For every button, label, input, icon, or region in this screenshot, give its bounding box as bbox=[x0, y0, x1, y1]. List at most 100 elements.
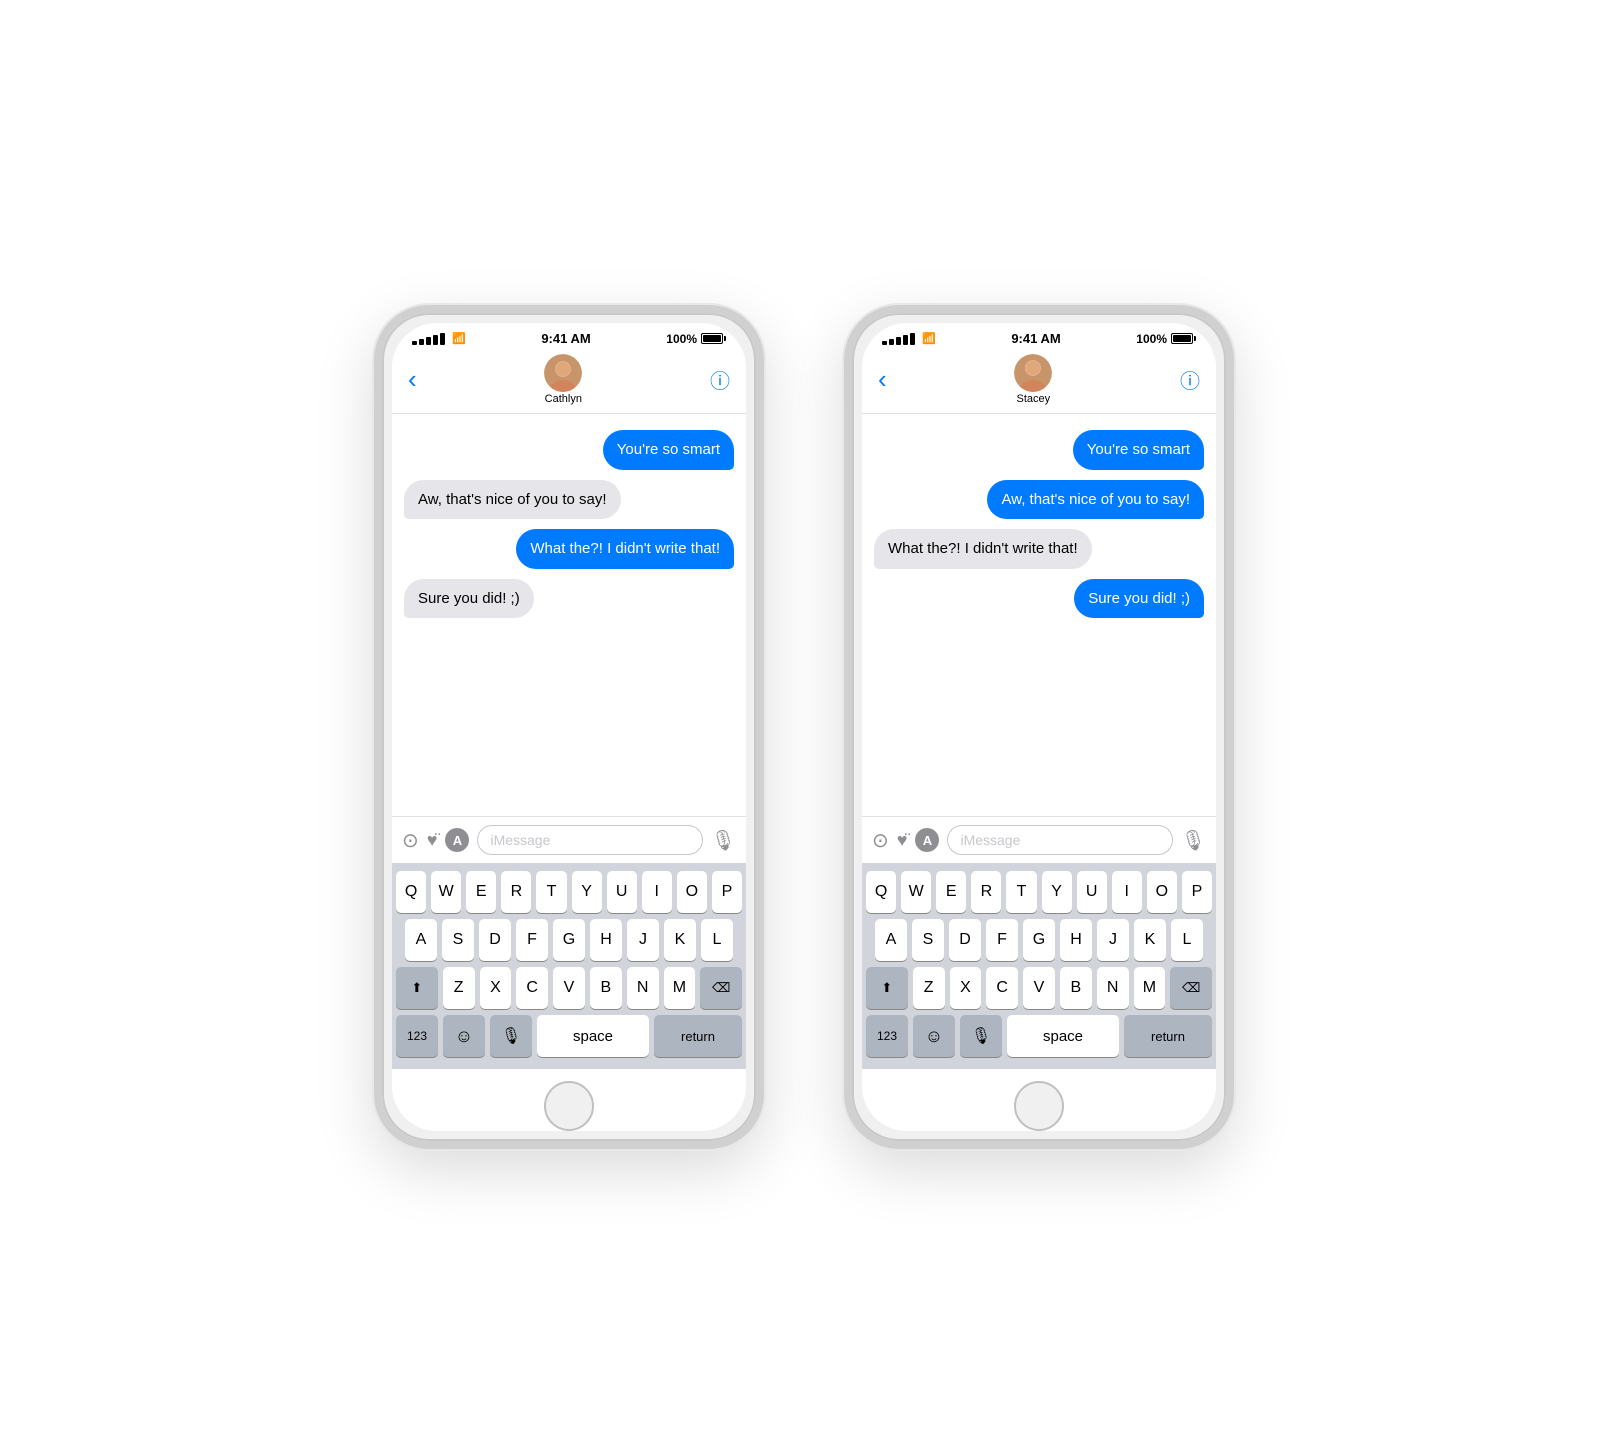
key-b-2[interactable]: B bbox=[1060, 967, 1092, 1009]
key-q-1[interactable]: Q bbox=[396, 871, 426, 913]
key-r-1[interactable]: R bbox=[501, 871, 531, 913]
key-n-2[interactable]: N bbox=[1097, 967, 1129, 1009]
heartbeat-icon-1[interactable]: ♥̈ bbox=[427, 830, 438, 851]
key-t-2[interactable]: T bbox=[1006, 871, 1036, 913]
key-d-1[interactable]: D bbox=[479, 919, 511, 961]
key-f-2[interactable]: F bbox=[986, 919, 1018, 961]
key-w-1[interactable]: W bbox=[431, 871, 461, 913]
home-button-2[interactable] bbox=[1014, 1081, 1064, 1131]
battery-percent-1: 100% bbox=[666, 332, 697, 346]
key-n-1[interactable]: N bbox=[627, 967, 659, 1009]
key-r-2[interactable]: R bbox=[971, 871, 1001, 913]
phones-container: 📶 9:41 AM 100% ‹ bbox=[374, 305, 1234, 1149]
back-button-2[interactable]: ‹ bbox=[878, 364, 887, 395]
key-s-2[interactable]: S bbox=[912, 919, 944, 961]
info-button-2[interactable]: ⓘ bbox=[1180, 365, 1200, 394]
key-d-2[interactable]: D bbox=[949, 919, 981, 961]
key-x-2[interactable]: X bbox=[950, 967, 982, 1009]
key-i-1[interactable]: I bbox=[642, 871, 672, 913]
key-123-1[interactable]: 123 bbox=[396, 1015, 438, 1057]
info-button-1[interactable]: ⓘ bbox=[710, 365, 730, 394]
mic-icon-2[interactable]: 🎙 bbox=[1181, 828, 1206, 853]
key-g-1[interactable]: G bbox=[553, 919, 585, 961]
iphone-2: 📶 9:41 AM 100% ‹ bbox=[844, 305, 1234, 1149]
key-delete-1[interactable]: ⌫ bbox=[700, 967, 742, 1009]
key-g-2[interactable]: G bbox=[1023, 919, 1055, 961]
key-c-2[interactable]: C bbox=[986, 967, 1018, 1009]
key-z-1[interactable]: Z bbox=[443, 967, 475, 1009]
key-c-1[interactable]: C bbox=[516, 967, 548, 1009]
key-row-2-1: A S D F G H J K L bbox=[396, 919, 742, 961]
signal-dot-1 bbox=[412, 341, 417, 345]
key-k-1[interactable]: K bbox=[664, 919, 696, 961]
key-l-1[interactable]: L bbox=[701, 919, 733, 961]
key-l-2[interactable]: L bbox=[1171, 919, 1203, 961]
key-a-1[interactable]: A bbox=[405, 919, 437, 961]
key-x-1[interactable]: X bbox=[480, 967, 512, 1009]
keyboard-2: Q W E R T Y U I O P A S D F G H bbox=[862, 863, 1216, 1069]
home-button-1[interactable] bbox=[544, 1081, 594, 1131]
key-t-1[interactable]: T bbox=[536, 871, 566, 913]
key-return-1[interactable]: return bbox=[654, 1015, 742, 1057]
key-o-2[interactable]: O bbox=[1147, 871, 1177, 913]
key-j-1[interactable]: J bbox=[627, 919, 659, 961]
key-k-2[interactable]: K bbox=[1134, 919, 1166, 961]
battery-fill-2 bbox=[1173, 335, 1191, 342]
key-h-1[interactable]: H bbox=[590, 919, 622, 961]
key-shift-1[interactable]: ⬆ bbox=[396, 967, 438, 1009]
key-f-1[interactable]: F bbox=[516, 919, 548, 961]
key-p-2[interactable]: P bbox=[1182, 871, 1212, 913]
key-delete-2[interactable]: ⌫ bbox=[1170, 967, 1212, 1009]
mic-icon-1[interactable]: 🎙 bbox=[711, 828, 736, 853]
key-row-1-1: Q W E R T Y U I O P bbox=[396, 871, 742, 913]
chat-area-1: You're so smart Aw, that's nice of you t… bbox=[392, 414, 746, 816]
key-y-1[interactable]: Y bbox=[572, 871, 602, 913]
key-p-1[interactable]: P bbox=[712, 871, 742, 913]
contact-name-1: Cathlyn bbox=[545, 393, 582, 405]
key-o-1[interactable]: O bbox=[677, 871, 707, 913]
appstore-icon-1[interactable]: A bbox=[445, 828, 469, 852]
key-m-2[interactable]: M bbox=[1134, 967, 1166, 1009]
key-m-1[interactable]: M bbox=[664, 967, 696, 1009]
appstore-icon-2[interactable]: A bbox=[915, 828, 939, 852]
key-s-1[interactable]: S bbox=[442, 919, 474, 961]
key-a-2[interactable]: A bbox=[875, 919, 907, 961]
key-123-2[interactable]: 123 bbox=[866, 1015, 908, 1057]
status-left-2: 📶 bbox=[882, 332, 936, 345]
message-1-1: You're so smart bbox=[603, 430, 734, 470]
iphone-1: 📶 9:41 AM 100% ‹ bbox=[374, 305, 764, 1149]
key-return-2[interactable]: return bbox=[1124, 1015, 1212, 1057]
key-space-2[interactable]: space bbox=[1007, 1015, 1119, 1057]
signal-dot-4 bbox=[433, 335, 438, 345]
key-shift-2[interactable]: ⬆ bbox=[866, 967, 908, 1009]
key-i-2[interactable]: I bbox=[1112, 871, 1142, 913]
message-1-2: Aw, that's nice of you to say! bbox=[404, 480, 621, 520]
key-e-1[interactable]: E bbox=[466, 871, 496, 913]
key-emoji-2[interactable]: ☺ bbox=[913, 1015, 955, 1057]
key-w-2[interactable]: W bbox=[901, 871, 931, 913]
key-v-2[interactable]: V bbox=[1023, 967, 1055, 1009]
back-button-1[interactable]: ‹ bbox=[408, 364, 417, 395]
key-u-1[interactable]: U bbox=[607, 871, 637, 913]
key-e-2[interactable]: E bbox=[936, 871, 966, 913]
key-mic-2[interactable]: 🎙 bbox=[960, 1015, 1002, 1057]
key-emoji-1[interactable]: ☺ bbox=[443, 1015, 485, 1057]
key-u-2[interactable]: U bbox=[1077, 871, 1107, 913]
key-b-1[interactable]: B bbox=[590, 967, 622, 1009]
camera-icon-2[interactable]: ⊙ bbox=[872, 828, 889, 853]
key-y-2[interactable]: Y bbox=[1042, 871, 1072, 913]
imessage-input-1[interactable]: iMessage bbox=[477, 825, 702, 855]
status-time-1: 9:41 AM bbox=[541, 331, 590, 346]
key-q-2[interactable]: Q bbox=[866, 871, 896, 913]
camera-icon-1[interactable]: ⊙ bbox=[402, 828, 419, 853]
key-row-2-2: A S D F G H J K L bbox=[866, 919, 1212, 961]
key-h-2[interactable]: H bbox=[1060, 919, 1092, 961]
heartbeat-icon-2[interactable]: ♥̈ bbox=[897, 830, 908, 851]
imessage-input-2[interactable]: iMessage bbox=[947, 825, 1172, 855]
key-j-2[interactable]: J bbox=[1097, 919, 1129, 961]
input-bar-1: ⊙ ♥̈ A iMessage 🎙 bbox=[392, 816, 746, 863]
key-v-1[interactable]: V bbox=[553, 967, 585, 1009]
key-mic-1[interactable]: 🎙 bbox=[490, 1015, 532, 1057]
key-z-2[interactable]: Z bbox=[913, 967, 945, 1009]
key-space-1[interactable]: space bbox=[537, 1015, 649, 1057]
